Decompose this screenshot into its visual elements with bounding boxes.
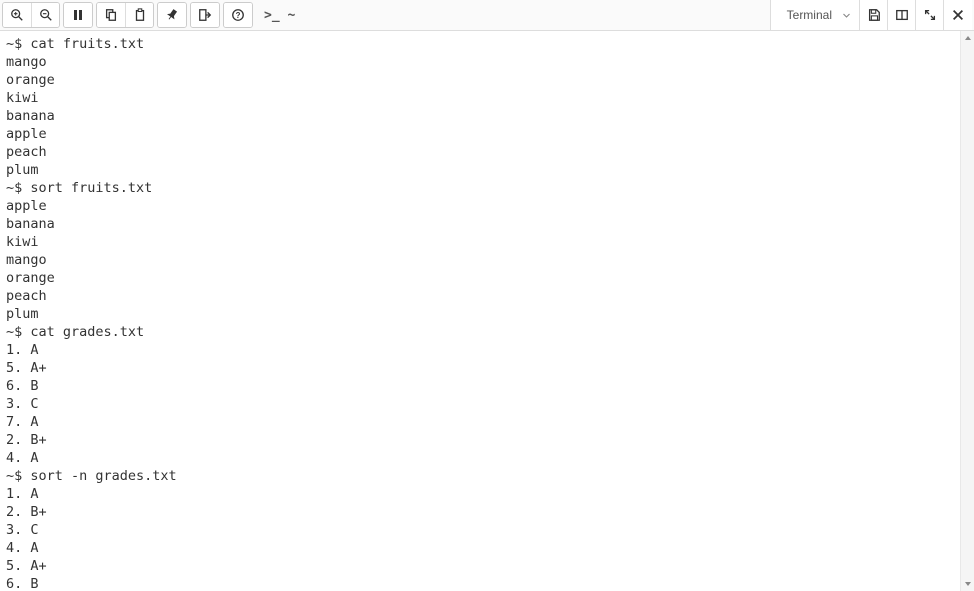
toolbar: ? >_ ~ Terminal — [0, 0, 974, 31]
save-button[interactable] — [860, 0, 888, 30]
terminal-line: orange — [6, 269, 954, 287]
terminal-content[interactable]: ~$ cat fruits.txtmangoorangekiwibananaap… — [0, 31, 960, 591]
terminal-line: mango — [6, 251, 954, 269]
chevron-down-icon — [842, 11, 851, 20]
terminal-line: plum — [6, 161, 954, 179]
paste-icon — [133, 8, 147, 22]
fullscreen-button[interactable] — [916, 0, 944, 30]
terminal-line: kiwi — [6, 233, 954, 251]
pause-button[interactable] — [64, 3, 92, 27]
terminal-line: 4. A — [6, 449, 954, 467]
pin-button-group — [157, 2, 187, 28]
pin-icon — [165, 8, 179, 22]
terminal-area: ~$ cat fruits.txtmangoorangekiwibananaap… — [0, 31, 974, 591]
terminal-line: 1. A — [6, 341, 954, 359]
arrow-down-icon — [964, 580, 972, 588]
pause-button-group — [63, 2, 93, 28]
terminal-line: 7. A — [6, 413, 954, 431]
scroll-down-button[interactable] — [961, 577, 974, 591]
split-button[interactable] — [888, 0, 916, 30]
save-icon — [867, 8, 881, 22]
help-button-group: ? — [223, 2, 253, 28]
zoom-out-button[interactable] — [31, 3, 59, 27]
terminal-line: 6. B — [6, 377, 954, 395]
exit-icon — [198, 8, 212, 22]
scroll-up-button[interactable] — [961, 31, 974, 45]
terminal-line: 3. C — [6, 521, 954, 539]
terminal-line: ~$ cat fruits.txt — [6, 35, 954, 53]
terminal-line: orange — [6, 71, 954, 89]
pin-button[interactable] — [158, 3, 186, 27]
terminal-line: 4. A — [6, 539, 954, 557]
scrollbar[interactable] — [960, 31, 974, 591]
close-icon — [951, 8, 965, 22]
terminal-line: mango — [6, 53, 954, 71]
expand-icon — [923, 8, 937, 22]
toolbar-right: Terminal — [770, 0, 972, 30]
copy-button[interactable] — [97, 3, 125, 27]
terminal-line: 2. B+ — [6, 431, 954, 449]
terminal-line: 2. B+ — [6, 503, 954, 521]
terminal-line: ~$ sort -n grades.txt — [6, 467, 954, 485]
terminal-line: peach — [6, 143, 954, 161]
split-icon — [895, 8, 909, 22]
terminal-line: peach — [6, 287, 954, 305]
terminal-line: apple — [6, 197, 954, 215]
exit-button[interactable] — [191, 3, 219, 27]
copy-icon — [104, 8, 118, 22]
terminal-line: 5. A+ — [6, 359, 954, 377]
terminal-line: 3. C — [6, 395, 954, 413]
exit-button-group — [190, 2, 220, 28]
terminal-line: 6. B — [6, 575, 954, 591]
terminal-line: 5. A+ — [6, 557, 954, 575]
pause-icon — [72, 9, 84, 21]
help-icon: ? — [231, 8, 245, 22]
paste-button[interactable] — [125, 3, 153, 27]
terminal-line: plum — [6, 305, 954, 323]
terminal-line: banana — [6, 215, 954, 233]
toolbar-left: ? >_ ~ — [2, 0, 303, 30]
zoom-button-group — [2, 2, 60, 28]
help-button[interactable]: ? — [224, 3, 252, 27]
prompt-title: >_ ~ — [256, 2, 303, 28]
close-button[interactable] — [944, 0, 972, 30]
terminal-line: banana — [6, 107, 954, 125]
terminal-line: kiwi — [6, 89, 954, 107]
terminal-line: ~$ sort fruits.txt — [6, 179, 954, 197]
tab-label: Terminal — [787, 8, 832, 22]
zoom-in-icon — [10, 8, 24, 22]
terminal-line: 1. A — [6, 485, 954, 503]
zoom-out-icon — [39, 8, 53, 22]
terminal-line: ~$ cat grades.txt — [6, 323, 954, 341]
svg-text:?: ? — [236, 11, 241, 20]
arrow-up-icon — [964, 34, 972, 42]
zoom-in-button[interactable] — [3, 3, 31, 27]
tab-terminal[interactable]: Terminal — [770, 0, 860, 30]
clipboard-button-group — [96, 2, 154, 28]
terminal-line: apple — [6, 125, 954, 143]
